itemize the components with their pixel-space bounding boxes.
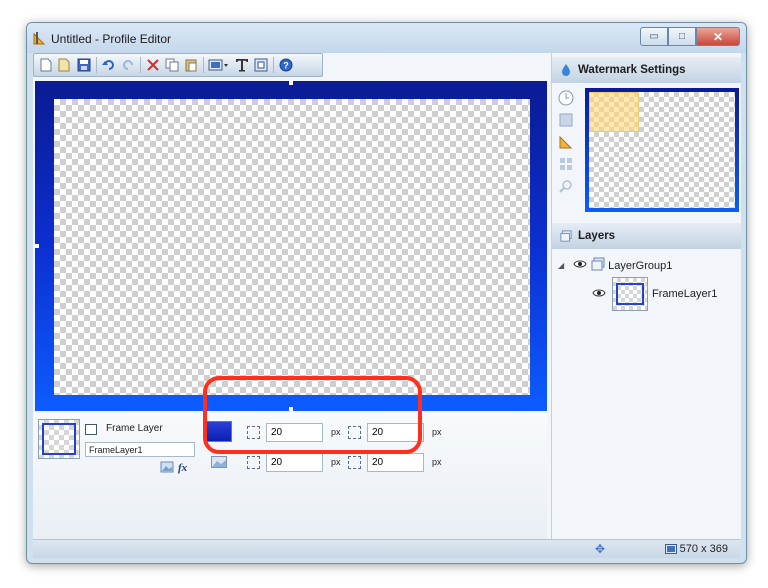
resize-handle-left[interactable] <box>35 244 39 248</box>
unit-label: px <box>331 457 341 467</box>
watermark-preview[interactable] <box>585 88 739 212</box>
frame-left-input[interactable] <box>367 452 424 472</box>
frame-layer-row[interactable]: FrameLayer1 <box>592 277 717 311</box>
app-window: Untitled - Profile Editor ▭ □ ✕ ? Frame … <box>26 22 747 564</box>
help-icon[interactable]: ? <box>278 58 293 73</box>
watermark-position-marker[interactable] <box>589 92 639 132</box>
fx-icon[interactable]: fx <box>177 460 191 474</box>
svg-text:?: ? <box>283 61 289 71</box>
frame-layer-icon <box>85 424 97 435</box>
unit-label: px <box>432 457 442 467</box>
open-icon[interactable] <box>57 58 72 73</box>
layers-header[interactable]: Layers <box>552 223 741 249</box>
layer-name-field[interactable]: FrameLayer1 <box>85 442 195 457</box>
svg-text:fx: fx <box>178 462 188 474</box>
move-icon: ✥ <box>595 542 606 556</box>
visibility-eye-icon[interactable] <box>592 288 606 301</box>
frame-bottom-field: px <box>247 452 341 472</box>
layer-group-icon <box>591 257 605 274</box>
minimize-button[interactable]: ▭ <box>640 27 668 46</box>
resize-handle-top[interactable] <box>289 81 293 85</box>
frame-bottom-input[interactable] <box>266 452 323 472</box>
cut-icon[interactable] <box>145 58 160 73</box>
layers-icon <box>560 230 572 242</box>
tile-icon[interactable] <box>558 156 574 172</box>
watermark-preview-canvas <box>589 92 735 208</box>
window-title: Untitled - Profile Editor <box>51 32 172 46</box>
canvas-size-label: 570 x 369 <box>679 543 728 555</box>
effects-buttons: fx <box>160 460 191 474</box>
transparent-canvas-area[interactable] <box>54 99 530 395</box>
clock-icon[interactable] <box>558 90 574 106</box>
frame-margins-highlight <box>203 376 422 454</box>
layer-type-label: Frame Layer <box>106 423 163 434</box>
close-button[interactable]: ✕ <box>696 27 740 46</box>
background-image-icon[interactable] <box>211 456 227 468</box>
frame-left-field: px <box>348 452 442 472</box>
watermark-tools <box>558 90 576 200</box>
bottom-border-icon <box>247 455 260 469</box>
zoom-icon[interactable] <box>558 178 574 194</box>
layer-group-row[interactable]: ◢ LayerGroup1 <box>558 257 672 274</box>
toolbar-separator <box>96 57 97 73</box>
ruler-icon[interactable] <box>558 134 574 150</box>
save-icon[interactable] <box>76 58 91 73</box>
maximize-button[interactable]: □ <box>668 27 696 46</box>
image-layer-icon[interactable] <box>208 58 230 73</box>
new-icon[interactable] <box>38 58 53 73</box>
canvas-size-indicator: 570 x 369 <box>664 543 728 555</box>
watermark-settings-header[interactable]: Watermark Settings <box>552 57 741 83</box>
main-toolbar: ? <box>33 53 323 77</box>
grid-icon[interactable] <box>558 112 574 128</box>
layer-thumbnail <box>38 419 80 459</box>
client-area: ? Frame Layer FrameLayer1 fx px <box>33 53 741 558</box>
visibility-eye-icon[interactable] <box>573 259 587 272</box>
app-icon <box>33 32 46 45</box>
layer-name-label: LayerGroup1 <box>608 259 673 272</box>
redo-icon[interactable] <box>120 58 135 73</box>
image-icon[interactable] <box>160 460 174 474</box>
layers-title: Layers <box>578 230 616 242</box>
design-canvas[interactable] <box>35 81 547 411</box>
paste-icon[interactable] <box>183 58 198 73</box>
text-layer-icon[interactable] <box>234 58 249 73</box>
toolbar-separator <box>203 57 204 73</box>
layer-thumbnail <box>612 277 648 311</box>
watermark-settings-title: Watermark Settings <box>578 64 686 76</box>
toolbar-separator <box>140 57 141 73</box>
title-bar[interactable]: Untitled - Profile Editor ▭ □ ✕ <box>27 23 746 53</box>
left-border-icon <box>348 455 361 469</box>
right-panel: Watermark Settings Layers ◢ LayerGroup1 … <box>551 53 741 539</box>
undo-icon[interactable] <box>101 58 116 73</box>
collapse-arrow-icon[interactable]: ◢ <box>558 261 564 270</box>
layer-name-label: FrameLayer1 <box>652 288 718 300</box>
window-controls: ▭ □ ✕ <box>640 27 740 46</box>
unit-label: px <box>432 427 442 437</box>
frame-layer-icon[interactable] <box>253 58 268 73</box>
copy-icon[interactable] <box>164 58 179 73</box>
canvas-size-icon <box>664 544 677 554</box>
status-bar: ✥ 570 x 369 <box>33 539 740 558</box>
toolbar-separator <box>273 57 274 73</box>
droplet-icon <box>560 64 572 76</box>
